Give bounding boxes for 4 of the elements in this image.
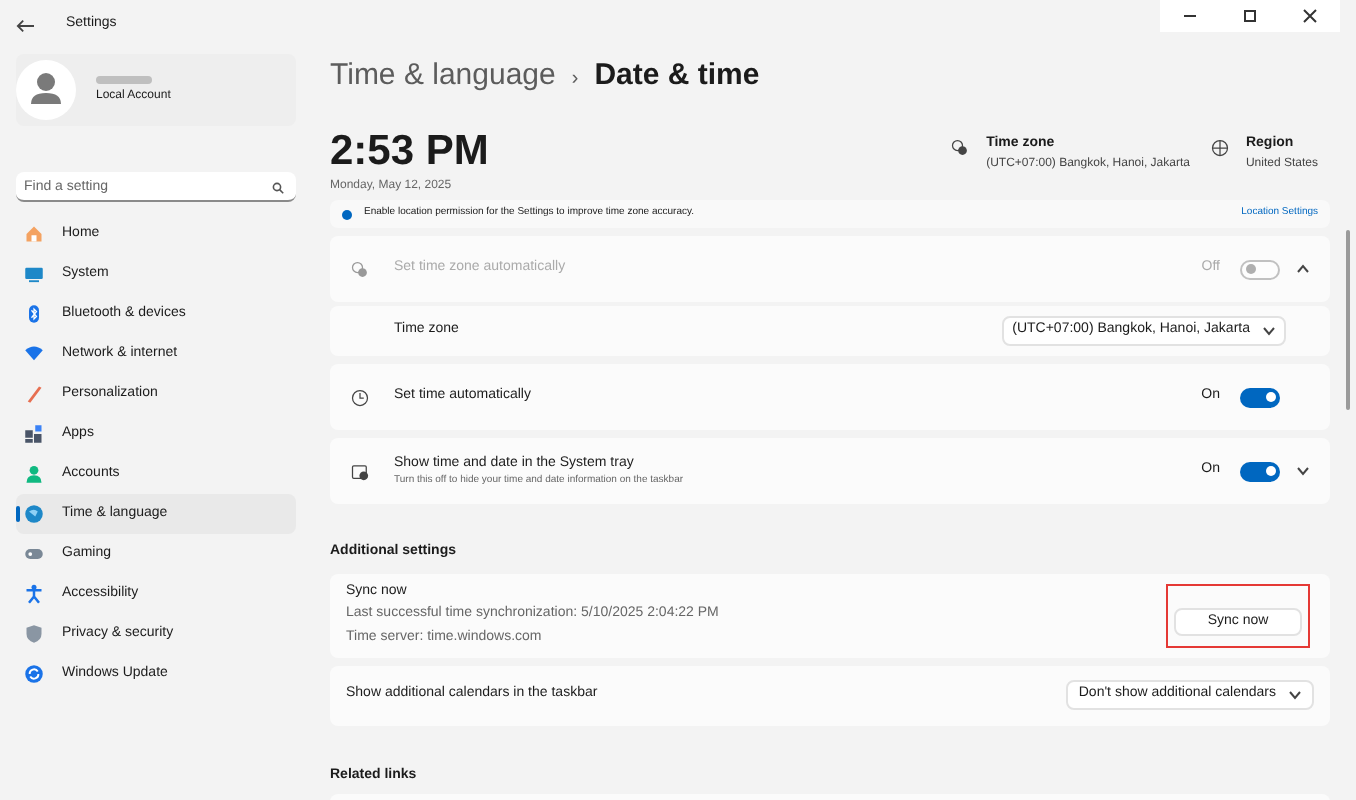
breadcrumb-parent[interactable]: Time & language: [330, 54, 556, 99]
page-title: Date & time: [594, 56, 760, 96]
breadcrumb-separator: ›: [571, 66, 579, 94]
current-time: 2:53 PM: [330, 130, 489, 174]
